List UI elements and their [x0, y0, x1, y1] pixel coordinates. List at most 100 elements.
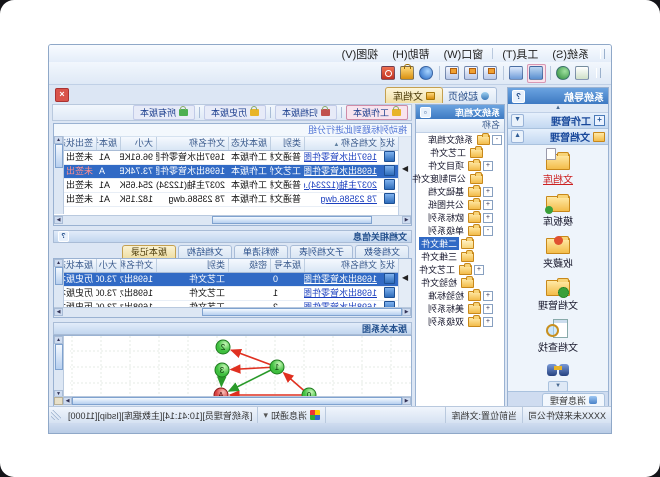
- tree-node[interactable]: 工艺文件: [416, 146, 504, 159]
- message-dropdown-arrow[interactable]: ▾: [263, 410, 268, 421]
- version-graph[interactable]: 231A0: [70, 336, 411, 398]
- info-tab-物料清单[interactable]: 物料清单: [234, 245, 288, 259]
- version-grid-hscrollbar[interactable]: ◀ ▶: [54, 307, 411, 317]
- scroll-thumb[interactable]: [55, 344, 63, 370]
- version-filter-所有版本[interactable]: 所有版本: [133, 105, 195, 120]
- scroll-left-arrow[interactable]: ◀: [402, 216, 411, 224]
- document-grid-hscrollbar[interactable]: ◀ ▶: [54, 215, 411, 225]
- tree-column-header[interactable]: 名称: [416, 119, 504, 133]
- tree-node[interactable]: +欧标系列: [416, 211, 504, 224]
- exit-icon[interactable]: [380, 65, 397, 82]
- expand-plus-icon[interactable]: +: [483, 161, 493, 171]
- sidebar-item-文件夹查找[interactable]: 文件夹查找: [508, 360, 608, 380]
- column-header-状态图[interactable]: 状态图: [380, 259, 398, 272]
- tab-start-page[interactable]: 起始页: [440, 87, 497, 103]
- document-link[interactable]: 2037主轴(12234).dwg: [304, 179, 380, 192]
- tab-document-library[interactable]: 文档库: [385, 87, 443, 103]
- column-header-文档名称[interactable]: 文档名称 ▲: [304, 137, 380, 150]
- sidebar-item-文档查找[interactable]: 文档查找: [508, 318, 608, 354]
- scroll-right-arrow[interactable]: ▶: [63, 397, 72, 405]
- table-row[interactable]: 1697出水管零件图.dwg普通文档工作版本1697出水管零件图.dwg96.6…: [54, 151, 398, 165]
- scroll-thumb[interactable]: [55, 144, 63, 168]
- resize-grip[interactable]: [51, 410, 61, 420]
- expand-plus-icon[interactable]: +: [483, 187, 493, 197]
- document-link[interactable]: 1698出水管零件图.dwg: [304, 287, 380, 300]
- column-header-版本号[interactable]: 版本号: [96, 137, 120, 150]
- column-header-版本号[interactable]: 版本号: [270, 259, 304, 272]
- lock-icon[interactable]: [399, 65, 416, 82]
- column-header-类别[interactable]: 类别: [156, 259, 228, 272]
- app-window-icon[interactable]: [444, 65, 461, 82]
- sidebar-item-模板库[interactable]: 模板库: [508, 192, 608, 228]
- column-header-文档名称[interactable]: 文档名称: [304, 259, 380, 272]
- version-filter-工作版本[interactable]: 工作版本: [346, 105, 408, 120]
- version-grid-vscrollbar[interactable]: ▲: [54, 259, 64, 309]
- column-header-密级[interactable]: 密级: [228, 259, 270, 272]
- column-header-版本状态[interactable]: 版本状态: [228, 137, 270, 150]
- toolbar-grip[interactable]: [596, 68, 601, 78]
- column-header-大小[interactable]: 大小: [96, 259, 120, 272]
- document-link[interactable]: 1698出水管零件图.dwg: [304, 273, 380, 286]
- expand-plus-icon[interactable]: +: [483, 304, 493, 314]
- info-tab-文档结构[interactable]: 文档结构: [178, 245, 232, 259]
- graph-hscrollbar[interactable]: ◀ ▶: [54, 396, 411, 406]
- version-filter-历史版本[interactable]: 历史版本: [204, 105, 266, 120]
- app-window-icon[interactable]: [463, 65, 480, 82]
- tree-node[interactable]: 三维文件: [416, 250, 504, 263]
- expand-plus-icon[interactable]: +: [474, 265, 484, 275]
- app-window-icon[interactable]: [482, 65, 499, 82]
- folder-window-icon[interactable]: [527, 64, 546, 83]
- document-link[interactable]: 1698出水管零件图.dwg: [304, 165, 380, 178]
- tree-pin-button[interactable]: ▫: [420, 107, 431, 118]
- tree-node[interactable]: +检验标准: [416, 289, 504, 302]
- column-header-文件名称[interactable]: 文件名称: [156, 137, 228, 150]
- scroll-thumb[interactable]: [212, 216, 372, 224]
- scroll-thumb[interactable]: [72, 397, 402, 405]
- scroll-thumb[interactable]: [55, 267, 63, 285]
- sidebar-item-文档库[interactable]: 文档库: [508, 150, 608, 186]
- info-tab-文档参数[interactable]: 文档参数: [355, 245, 409, 259]
- column-header-文件名称[interactable]: 文件名称: [120, 259, 156, 272]
- menu-item[interactable]: 窗口(W): [437, 45, 491, 63]
- expand-plus-icon[interactable]: +: [483, 213, 493, 223]
- document-link[interactable]: 1697出水管零件图.dwg: [304, 151, 380, 164]
- section-chevron-button[interactable]: ▼: [511, 114, 524, 127]
- table-row[interactable]: 78 23586.dwg普通文档工作版本78 23586.dwg182.15KB…: [54, 193, 398, 207]
- info-tab-子文档列表[interactable]: 子文档列表: [290, 245, 353, 259]
- graph-vscrollbar[interactable]: ▲ ▼: [54, 336, 64, 398]
- table-row[interactable]: 1698出水管零件图.dwg1工艺文件1698出水管零件图.dwg73.00KB…: [54, 287, 398, 301]
- info-tab-版本记录[interactable]: 版本记录: [122, 245, 176, 259]
- document-grid-vscrollbar[interactable]: ▲: [54, 136, 64, 214]
- sidebar-item-收藏夹[interactable]: 收藏夹: [508, 234, 608, 270]
- table-window-icon[interactable]: [508, 65, 525, 82]
- tree-node[interactable]: 检验文件: [416, 276, 504, 289]
- tree-node[interactable]: -系统文档库: [416, 133, 504, 146]
- tree-node[interactable]: -单级系列: [416, 224, 504, 237]
- menu-item[interactable]: 系统(S): [545, 45, 596, 63]
- tree-node[interactable]: +双级系列: [416, 315, 504, 328]
- scroll-up-arrow[interactable]: ▲: [54, 336, 63, 344]
- sidebar-section-expanded[interactable]: 文档管理▲: [508, 129, 608, 145]
- scroll-right-arrow[interactable]: ▶: [54, 216, 63, 224]
- document-link[interactable]: 78 23586.dwg: [304, 193, 380, 206]
- scroll-thumb[interactable]: [202, 308, 402, 316]
- column-header-类别[interactable]: 类别: [270, 137, 304, 150]
- scroll-up-arrow[interactable]: ▲: [54, 136, 63, 144]
- column-header-大小[interactable]: 大小: [120, 137, 156, 150]
- tree-node[interactable]: +公共图纸: [416, 198, 504, 211]
- expand-plus-icon[interactable]: +: [483, 200, 493, 210]
- table-row[interactable]: 1698出水管零件图.dwg工艺文件工作版本1698出水管零件图.dwg73.7…: [54, 165, 398, 179]
- table-row[interactable]: 1698出水管零件图.dwg0工艺文件1698出水管零件图.dwg73.00KB…: [54, 273, 398, 287]
- status-message[interactable]: 消息通知 ▾: [257, 407, 325, 423]
- info-help-button[interactable]: ?: [58, 231, 69, 242]
- collapse-minus-icon[interactable]: -: [492, 135, 502, 145]
- sphere-icon[interactable]: [418, 65, 435, 82]
- close-tab-button[interactable]: ×: [55, 88, 69, 102]
- tree-node[interactable]: +美标系列: [416, 302, 504, 315]
- menu-item[interactable]: 视图(V): [335, 45, 386, 63]
- scroll-right-arrow[interactable]: ▶: [54, 308, 63, 316]
- tree-node[interactable]: 公司制度文件: [416, 172, 504, 185]
- scroll-left-arrow[interactable]: ◀: [402, 397, 411, 405]
- tab-message-management[interactable]: 消息管理: [542, 393, 605, 406]
- tree-node[interactable]: 二维文件: [416, 237, 504, 250]
